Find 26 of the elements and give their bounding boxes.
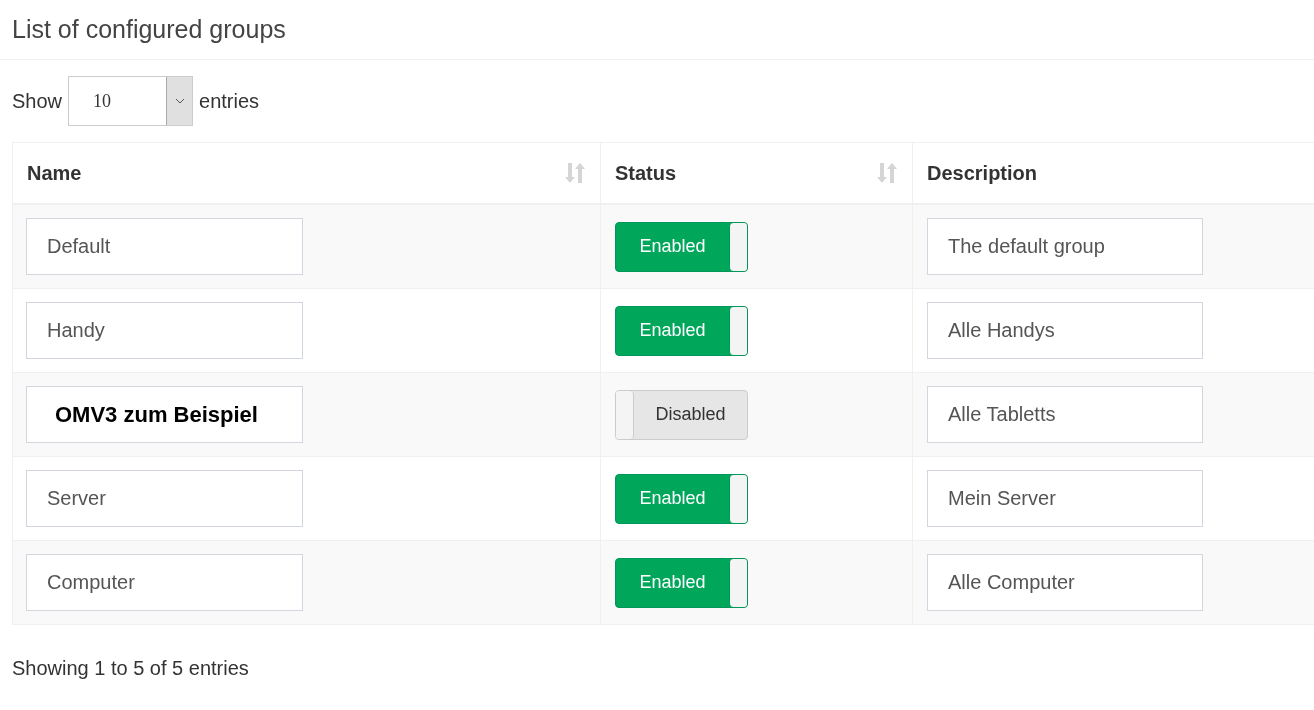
text-field[interactable]: Alle Computer <box>927 554 1203 611</box>
toggle-handle[interactable] <box>729 306 747 355</box>
column-header[interactable]: Status <box>601 143 913 203</box>
toggle-handle[interactable] <box>616 390 634 439</box>
entries-label: entries <box>199 89 260 114</box>
chevron-down-icon <box>174 98 185 104</box>
entries-select[interactable]: 10 <box>68 76 194 126</box>
text-field[interactable]: The default group <box>927 218 1203 275</box>
status-toggle[interactable]: Disabled <box>615 389 748 440</box>
column-header[interactable]: Name <box>13 143 601 203</box>
column-header: Description <box>913 143 1314 203</box>
table-info: Showing 1 to 5 of 5 entries <box>12 657 249 679</box>
panel-title: List of configured groups <box>12 13 286 45</box>
text-field[interactable]: Mein Server <box>927 470 1203 527</box>
text-field[interactable]: Server <box>26 470 303 527</box>
show-label: Show <box>12 89 63 114</box>
annotation-text: OMV3 zum Beispiel <box>55 401 258 429</box>
text-field[interactable]: Default <box>26 218 303 275</box>
text-field[interactable]: Alle Handys <box>927 302 1203 359</box>
text-field[interactable]: OMV3 zum Beispiel <box>26 386 303 443</box>
toggle-handle[interactable] <box>729 558 747 607</box>
toggle-handle[interactable] <box>729 222 747 271</box>
toggle-handle[interactable] <box>729 474 747 523</box>
text-field[interactable]: Computer <box>26 554 303 611</box>
text-field[interactable]: Handy <box>26 302 303 359</box>
text-field[interactable]: Alle Tabletts <box>927 386 1203 443</box>
